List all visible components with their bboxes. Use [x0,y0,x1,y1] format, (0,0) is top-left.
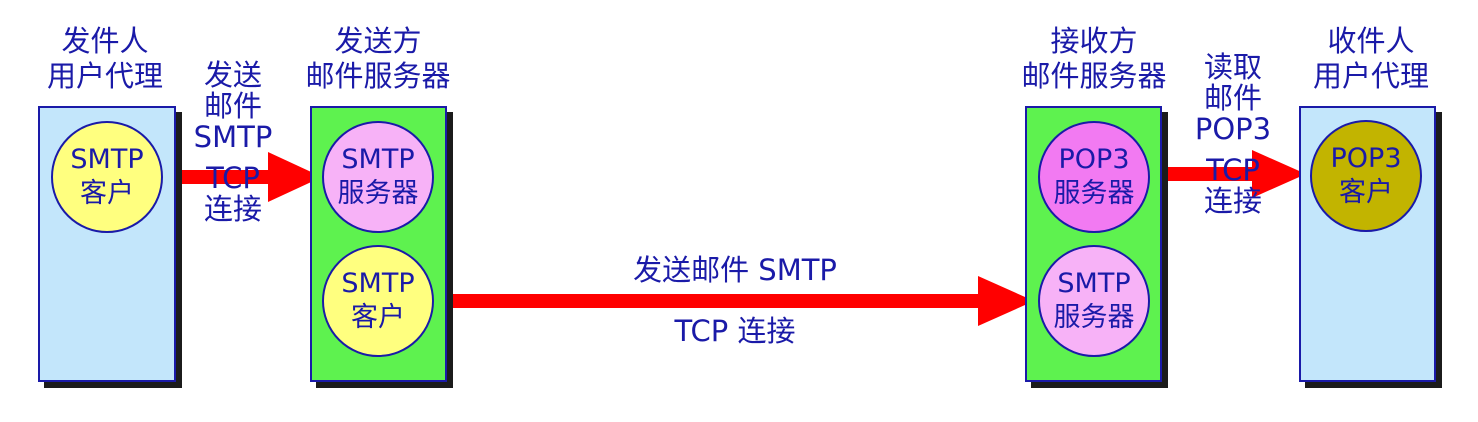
receiver-ua-title: 收件人 用户代理 [1296,24,1446,94]
read-mail-line1: 读取 [1203,50,1262,84]
read-mail-line5: 连接 [1203,184,1262,218]
send-mail-line1: 发送 [203,58,262,92]
receiver-pop3-server-circle: POP3 服务器 [1038,121,1150,233]
read-mail-line2: 邮件 [1203,81,1262,115]
send-mail-line4: TCP [206,161,260,195]
sender-smtp-server-line2: 服务器 [337,178,419,209]
relay-mail-connection-label: TCP 连接 [674,314,796,348]
receiver-ua-title-line2: 用户代理 [1312,59,1429,93]
send-mail-line2: 邮件 [203,89,262,123]
sender-smtp-client-line2: 客户 [80,178,134,209]
sender-smtp-server-circle: SMTP 服务器 [322,121,434,233]
mail-flow-diagram: 发件人 用户代理 SMTP 客户 发送 邮件 SMTP TCP 连接 发送方 邮… [0,0,1478,422]
receiver-pop3-client-line1: POP3 [1330,143,1402,174]
receiver-pop3-server-line1: POP3 [1058,144,1130,175]
sender-relay-smtp-client-circle: SMTP 客户 [322,245,434,357]
receiver-ua-title-line1: 收件人 [1327,24,1415,58]
sender-server-title: 发送方 邮件服务器 [290,24,466,94]
read-mail-line4: TCP [1206,153,1260,187]
send-mail-line3: SMTP [193,120,273,154]
send-mail-line5: 连接 [203,192,262,226]
receiver-pop3-client-circle: POP3 客户 [1310,120,1422,232]
read-mail-line3: POP3 [1194,112,1272,146]
sender-relay-smtp-client-line1: SMTP [341,268,415,299]
sender-server-title-line1: 发送方 [334,24,422,58]
sender-relay-smtp-client-line2: 客户 [351,302,405,333]
receiver-smtp-server-circle: SMTP 服务器 [1038,245,1150,357]
sender-server-title-line2: 邮件服务器 [305,59,451,93]
receiver-server-title-line1: 接收方 [1050,24,1138,58]
receiver-pop3-client-line2: 客户 [1339,177,1393,208]
relay-mail-protocol-label: 发送邮件 SMTP [633,253,837,287]
receiver-smtp-server-line2: 服务器 [1053,302,1135,333]
sender-smtp-server-line1: SMTP [341,144,415,175]
sender-ua-title: 发件人 用户代理 [30,24,180,94]
receiver-server-title: 接收方 邮件服务器 [1006,24,1182,94]
receiver-pop3-server-line2: 服务器 [1053,178,1135,209]
receiver-smtp-server-line1: SMTP [1057,268,1131,299]
sender-ua-title-line1: 发件人 [61,24,149,58]
sender-ua-title-line2: 用户代理 [46,59,163,93]
sender-smtp-client-line1: SMTP [70,144,144,175]
read-mail-edge-label: 读取 邮件 POP3 TCP 连接 [1180,52,1286,217]
sender-smtp-client-circle: SMTP 客户 [51,121,163,233]
send-mail-edge-label: 发送 邮件 SMTP TCP 连接 [180,60,286,225]
receiver-server-title-line2: 邮件服务器 [1021,59,1167,93]
